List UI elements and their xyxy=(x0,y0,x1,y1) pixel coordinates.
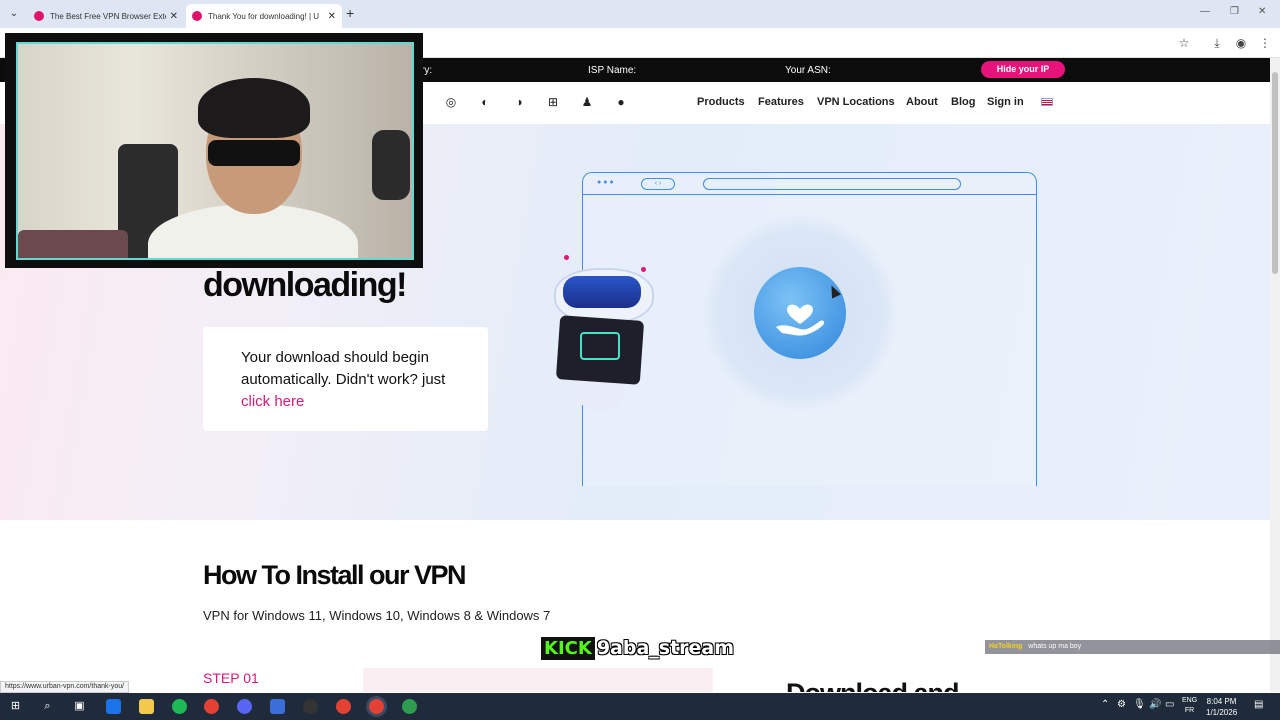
search-icon[interactable]: ⌕ xyxy=(40,699,55,714)
close-tab-icon[interactable]: ✕ xyxy=(328,11,336,22)
volume-icon[interactable]: 🔊 xyxy=(1149,699,1161,710)
download-icon[interactable]: ⤓ xyxy=(1209,35,1225,51)
firefox-icon[interactable]: ◐ xyxy=(478,95,492,109)
click-here-link[interactable]: click here xyxy=(241,393,304,410)
obs-icon[interactable] xyxy=(303,699,318,714)
microphone-icon[interactable]: 🎙 xyxy=(1133,699,1146,710)
chat-bubble-icon xyxy=(580,332,620,360)
chrome-taskbar-icon[interactable] xyxy=(204,699,219,714)
lang-bottom: FR xyxy=(1184,707,1195,714)
browser-tab-strip: ⌄ The Best Free VPN Browser Exte ✕ Thank… xyxy=(0,0,1280,28)
restore-icon[interactable]: ❐ xyxy=(1230,6,1239,17)
step-heading-partial: Download and xyxy=(786,678,959,692)
step-image-panel xyxy=(363,668,713,692)
person-hair xyxy=(198,78,310,138)
nav-vpn-locations[interactable]: VPN Locations xyxy=(817,96,895,108)
tab-title: Thank You for downloading! | U xyxy=(208,11,320,21)
install-section-title: How To Install our VPN xyxy=(203,560,467,590)
nav-arrows-icon: ‹ › xyxy=(641,178,675,190)
windows-icon[interactable]: ⊞ xyxy=(546,95,560,109)
nav-about[interactable]: About xyxy=(906,96,938,108)
lang-top: ENG xyxy=(1182,697,1198,704)
scrollbar-thumb[interactable] xyxy=(1272,72,1278,274)
sunglasses xyxy=(208,140,300,166)
download-info-text: Your download should begin automatically… xyxy=(241,349,446,388)
webcam-overlay xyxy=(5,33,423,268)
download-info-card: Your download should begin automatically… xyxy=(203,327,488,431)
nav-features[interactable]: Features xyxy=(758,96,804,108)
clock-time: 8:04 PM xyxy=(1206,697,1237,706)
nav-sign-in[interactable]: Sign in xyxy=(987,96,1024,108)
chrome-active-icon[interactable] xyxy=(369,699,384,714)
asn-label: Your ASN: xyxy=(785,65,831,76)
backpack xyxy=(372,130,410,200)
windows-taskbar: ⊞ ⌕ ▣ ⌃ ⚙ 🎙 🔊 ▭ ENG FR 8:04 PM 1/1/2026 … xyxy=(0,693,1280,720)
window-dots-icon: ●●● xyxy=(597,179,616,186)
discord-icon[interactable] xyxy=(237,699,252,714)
edge-taskbar-icon[interactable] xyxy=(106,699,121,714)
robot-visor xyxy=(563,276,641,308)
input-language[interactable]: ENG FR xyxy=(1182,696,1197,716)
network-icon[interactable]: ▭ xyxy=(1165,699,1174,710)
chrome-profile-icon[interactable] xyxy=(336,699,351,714)
file-explorer-icon[interactable] xyxy=(139,699,154,714)
chat-username: HaTolking xyxy=(989,643,1023,650)
robot-antenna-right xyxy=(641,267,646,272)
bookmark-star-icon[interactable]: ☆ xyxy=(1176,35,1192,51)
stream-handle: 9aba_stream xyxy=(596,637,735,659)
install-section-subtitle: VPN for Windows 11, Windows 10, Windows … xyxy=(203,608,551,623)
webcam-feed xyxy=(16,42,414,260)
chrome-icon[interactable]: ◎ xyxy=(444,95,458,109)
browser-tab-1[interactable]: The Best Free VPN Browser Exte ✕ xyxy=(28,4,184,28)
close-window-icon[interactable]: ✕ xyxy=(1258,6,1266,17)
language-flag-icon[interactable] xyxy=(1041,98,1053,106)
profile-icon[interactable]: ◉ xyxy=(1233,35,1249,51)
nav-products[interactable]: Products xyxy=(697,96,745,108)
pillow xyxy=(18,230,128,258)
heart-hand-icon xyxy=(754,267,846,359)
notification-icon[interactable]: ▤ xyxy=(1254,699,1263,710)
apple-icon[interactable]: ● xyxy=(614,95,628,109)
minimize-icon[interactable]: — xyxy=(1200,6,1210,17)
urbanvpn-favicon-icon xyxy=(34,11,44,21)
tray-app-icon[interactable]: ⚙ xyxy=(1117,699,1126,710)
kick-logo: KICK xyxy=(541,636,595,660)
edge-icon[interactable]: ◑ xyxy=(512,95,526,109)
kick-stream-banner: KICK 9aba_stream xyxy=(541,636,734,660)
tray-chevron-icon[interactable]: ⌃ xyxy=(1101,699,1109,710)
tab-search-icon[interactable]: ⌄ xyxy=(6,6,22,22)
new-tab-button[interactable]: + xyxy=(346,5,354,21)
browser-tab-2[interactable]: Thank You for downloading! | U ✕ xyxy=(186,4,342,28)
chat-message: whats up ma boy xyxy=(1028,643,1082,650)
hide-ip-button[interactable]: Hide your IP xyxy=(981,61,1065,78)
nav-blog[interactable]: Blog xyxy=(951,96,975,108)
urbanvpn-favicon-icon xyxy=(192,11,202,21)
taskbar-clock[interactable]: 8:04 PM 1/1/2026 xyxy=(1206,696,1237,718)
robot-antenna-left xyxy=(564,255,569,260)
status-bar-url: https://www.urban-vpn.com/thank-you/ xyxy=(0,681,130,693)
chat-message-overlay: HaTolking whats up ma boy xyxy=(985,640,1280,654)
isp-name-label: ISP Name: xyxy=(588,65,637,76)
step-label: STEP 01 xyxy=(203,670,259,686)
spotify-icon[interactable] xyxy=(172,699,187,714)
tab-title: The Best Free VPN Browser Exte xyxy=(50,11,166,21)
close-tab-icon[interactable]: ✕ xyxy=(170,11,178,22)
illustration-url-field xyxy=(703,178,961,190)
start-windows-icon[interactable]: ⊞ xyxy=(8,699,23,714)
hero-title: downloading! xyxy=(203,266,407,304)
chrome-alt-icon[interactable] xyxy=(402,699,417,714)
menu-kebab-icon[interactable]: ⋮ xyxy=(1257,35,1273,51)
app-window-icon[interactable] xyxy=(270,699,285,714)
illustration-address-bar: ●●● ‹ › xyxy=(583,173,1036,195)
clock-date: 1/1/2026 xyxy=(1206,708,1238,717)
android-icon[interactable]: ♟ xyxy=(580,95,594,109)
task-view-icon[interactable]: ▣ xyxy=(72,699,87,714)
